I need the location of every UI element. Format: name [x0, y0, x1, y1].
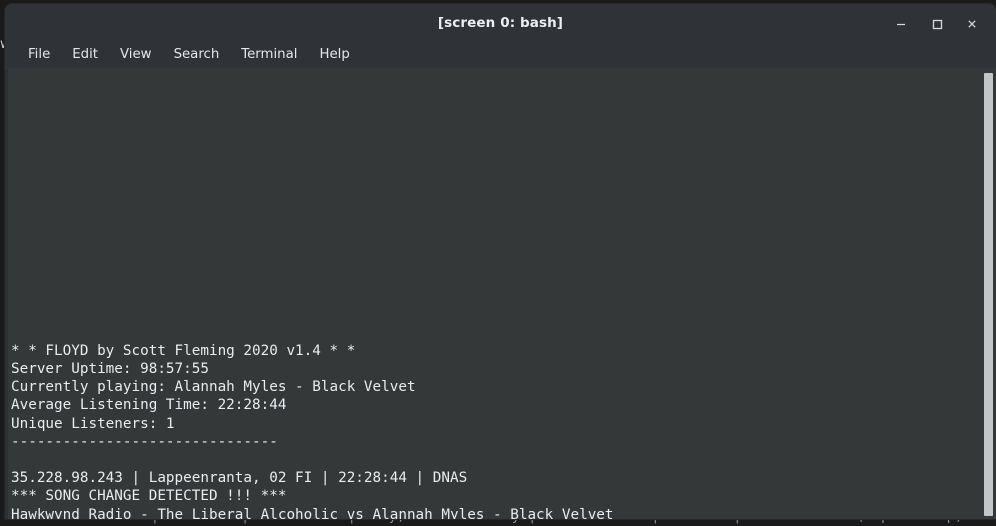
menu-item-edit[interactable]: Edit	[61, 45, 109, 65]
terminal-line: -------------------------------	[11, 433, 278, 450]
close-button[interactable]	[963, 15, 981, 33]
menu-item-help[interactable]: Help	[308, 45, 360, 65]
terminal-line: Hawkwynd Radio - The Liberal Alcoholic v…	[11, 506, 614, 520]
minimize-button[interactable]	[892, 15, 910, 33]
window-titlebar[interactable]: [screen 0: bash]	[5, 4, 996, 42]
terminal-output[interactable]: * * FLOYD by Scott Fleming 2020 v1.4 * *…	[11, 69, 980, 519]
terminal-line: 35.228.98.243 | Lappeenranta, 02 FI | 22…	[11, 470, 468, 487]
maximize-icon	[930, 17, 944, 31]
terminal-left-border	[5, 69, 8, 519]
terminal-line: *** SONG CHANGE DETECTED !!! ***	[11, 488, 287, 505]
terminal-line: Average Listening Time: 22:28:44	[11, 397, 287, 414]
terminal-line: Unique Listeners: 1	[11, 415, 175, 432]
terminal-line: Currently playing: Alannah Myles - Black…	[11, 379, 416, 396]
menu-item-terminal[interactable]: Terminal	[230, 45, 308, 65]
menubar: File Edit View Search Terminal Help	[5, 42, 996, 69]
maximize-button[interactable]	[928, 15, 946, 33]
close-icon	[965, 17, 979, 31]
menu-item-file[interactable]: File	[17, 45, 61, 65]
menu-item-view[interactable]: View	[109, 45, 163, 65]
terminal-window[interactable]: [screen 0: bash] File Edit View Search T…	[5, 4, 996, 519]
menu-item-search[interactable]: Search	[163, 45, 231, 65]
terminal-line: * * FLOYD by Scott Fleming 2020 v1.4 * *	[11, 342, 356, 359]
terminal-body[interactable]: * * FLOYD by Scott Fleming 2020 v1.4 * *…	[5, 69, 996, 519]
minimize-icon	[894, 17, 908, 31]
window-title: [screen 0: bash]	[437, 15, 564, 31]
terminal-scrollbar-track[interactable]	[981, 69, 996, 519]
terminal-line: Server Uptime: 98:57:55	[11, 361, 209, 377]
terminal-scrollbar-thumb[interactable]	[984, 73, 993, 516]
